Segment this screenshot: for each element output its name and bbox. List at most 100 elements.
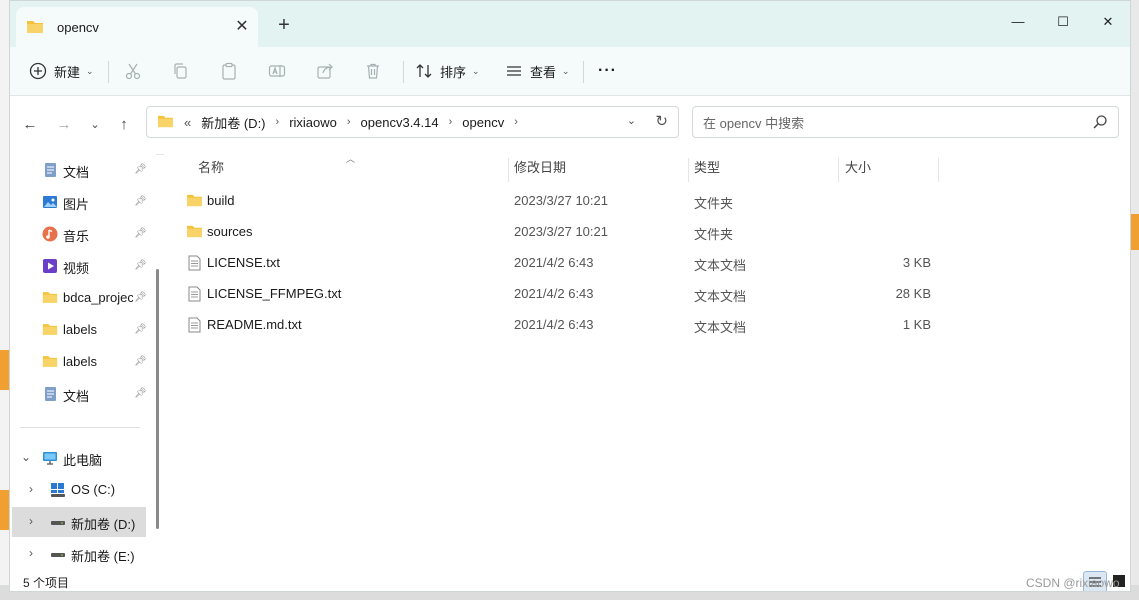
chevron-right-icon[interactable]: › [29,514,33,528]
search-input[interactable] [701,113,1075,133]
pin-icon[interactable]: 📌︎ [134,228,147,239]
table-row[interactable]: LICENSE_FFMPEG.txt 2021/4/2 6:43 文本文档 28… [164,279,1130,309]
status-bar: 5 个项目 [10,570,1130,591]
file-type: 文件夹 [694,227,734,242]
close-tab-button[interactable]: ✕ [230,15,254,39]
column-divider[interactable] [838,158,839,182]
file-date: 2023/3/27 10:21 [514,193,608,208]
chevron-right-icon[interactable]: › [449,116,453,128]
pin-icon[interactable]: 📌︎ [134,292,147,303]
column-header-size[interactable]: 大小 [845,154,871,184]
breadcrumb-rixiaowo[interactable]: rixiaowo [289,115,337,130]
sidebar-item-label: 新加卷 (E:) [71,549,135,564]
pin-icon[interactable]: 📌︎ [134,196,147,207]
breadcrumb-overflow[interactable]: « [184,115,191,130]
tab-title: opencv [57,20,99,35]
paste-button[interactable] [219,47,239,95]
sidebar-item-drive-e[interactable]: › 新加卷 (E:) [10,539,150,569]
recent-locations-chevron-icon[interactable]: ⌄ [84,114,106,136]
delete-button[interactable] [363,47,383,95]
chevron-right-icon[interactable]: › [347,116,351,128]
folder-icon [186,224,203,241]
file-type: 文件夹 [694,196,734,211]
column-header-date[interactable]: 修改日期 [514,154,566,184]
sidebar-item-labels[interactable]: labels 📌︎ [10,347,150,377]
chevron-down-icon[interactable]: ⌄ [21,450,31,464]
file-name: build [207,193,235,208]
search-box[interactable] [692,106,1119,138]
sort-button[interactable]: 排序 ⌄ [414,47,480,95]
column-divider[interactable] [508,158,509,182]
pin-icon[interactable]: 📌︎ [134,164,147,175]
sidebar-item-label: labels [63,322,97,337]
view-button[interactable]: 查看 ⌄ [504,47,570,95]
refresh-icon[interactable]: ↻ [655,112,668,130]
search-icon[interactable] [1092,114,1108,133]
more-options-button[interactable]: ··· [598,47,617,95]
table-row[interactable]: build 2023/3/27 10:21 文件夹 [164,186,1130,216]
up-arrow-icon[interactable]: ↑ [113,114,135,136]
column-header-type[interactable]: 类型 [694,154,720,184]
copy-icon [171,61,191,81]
plus-circle-icon [28,61,48,81]
copy-button[interactable] [171,47,191,95]
chevron-right-icon[interactable]: › [29,482,33,496]
maximize-button[interactable]: ☐ [1043,7,1083,37]
column-divider[interactable] [938,158,939,182]
pin-icon[interactable]: 📌︎ [134,260,147,271]
breadcrumb-opencv3[interactable]: opencv3.4.14 [361,115,439,130]
background-accent [0,350,9,390]
file-date: 2021/4/2 6:43 [514,317,594,332]
minimize-button[interactable]: — [998,7,1038,37]
sidebar-item-this-pc[interactable]: ⌄ 此电脑 [10,443,150,473]
drive-icon [50,514,66,530]
sidebar-item-drive-d[interactable]: › 新加卷 (D:) [12,507,146,537]
command-bar: 新建 ⌄ 排序 ⌄ 查看 ⌄ ··· [10,47,1130,96]
sidebar-item-documents[interactable]: 文档 📌︎ [10,379,150,409]
sidebar-item-labels[interactable]: labels 📌︎ [10,315,150,345]
chevron-right-icon[interactable]: › [276,116,280,128]
pin-icon[interactable]: 📌︎ [134,388,147,399]
forward-arrow-icon[interactable]: → [53,114,75,136]
file-size: 3 KB [902,255,931,270]
column-header-name[interactable]: 名称 [198,154,224,184]
sidebar-scrollbar[interactable] [156,269,159,529]
sidebar-item-music[interactable]: 音乐 📌︎ [10,219,150,249]
breadcrumb-drive[interactable]: 新加卷 (D:) [201,113,265,132]
rename-button[interactable] [267,47,287,95]
share-icon [315,61,335,81]
new-button[interactable]: 新建 ⌄ [28,47,94,95]
table-row[interactable]: README.md.txt 2021/4/2 6:43 文本文档 1 KB [164,310,1130,340]
sidebar-item-drive-c[interactable]: › OS (C:) [10,475,150,505]
toolbar-divider [583,61,584,83]
document-icon [42,386,58,402]
back-arrow-icon[interactable]: ← [19,114,41,136]
breadcrumb-opencv[interactable]: opencv [462,115,504,130]
sidebar-item-bdca-project[interactable]: bdca_project 📌︎ [10,283,150,313]
pin-icon[interactable]: 📌︎ [134,324,147,335]
new-tab-button[interactable]: + [272,13,296,37]
tab-opencv[interactable]: opencv ✕ [16,7,258,47]
table-row[interactable]: sources 2023/3/27 10:21 文件夹 [164,217,1130,247]
sidebar-item-videos[interactable]: 视频 📌︎ [10,251,150,281]
clipboard-icon [219,61,239,81]
close-window-button[interactable]: ✕ [1088,7,1128,37]
column-divider[interactable] [688,158,689,182]
sidebar-item-pictures[interactable]: 图片 📌︎ [10,187,150,217]
file-size: 1 KB [902,317,931,332]
sidebar-item-documents[interactable]: 文档 📌︎ [10,155,150,185]
folder-icon [186,193,203,210]
cut-button[interactable] [123,47,143,95]
chevron-down-icon: ⌄ [86,65,94,76]
address-bar[interactable]: « 新加卷 (D:) › rixiaowo › opencv3.4.14 › o… [146,106,679,138]
chevron-right-icon[interactable]: › [514,116,518,128]
file-list: ︿ 名称 修改日期 类型 大小 build 2023/3/27 10:21 文件… [164,154,1130,570]
folder-icon [42,322,58,338]
table-row[interactable]: LICENSE.txt 2021/4/2 6:43 文本文档 3 KB [164,248,1130,278]
pin-icon[interactable]: 📌︎ [134,356,147,367]
chevron-right-icon[interactable]: › [29,546,33,560]
address-history-chevron-icon[interactable]: ⌄ [627,114,636,127]
share-button[interactable] [315,47,335,95]
sidebar-item-label: 文档 [63,165,90,180]
watermark: CSDN @rixiaowo [1026,576,1120,590]
